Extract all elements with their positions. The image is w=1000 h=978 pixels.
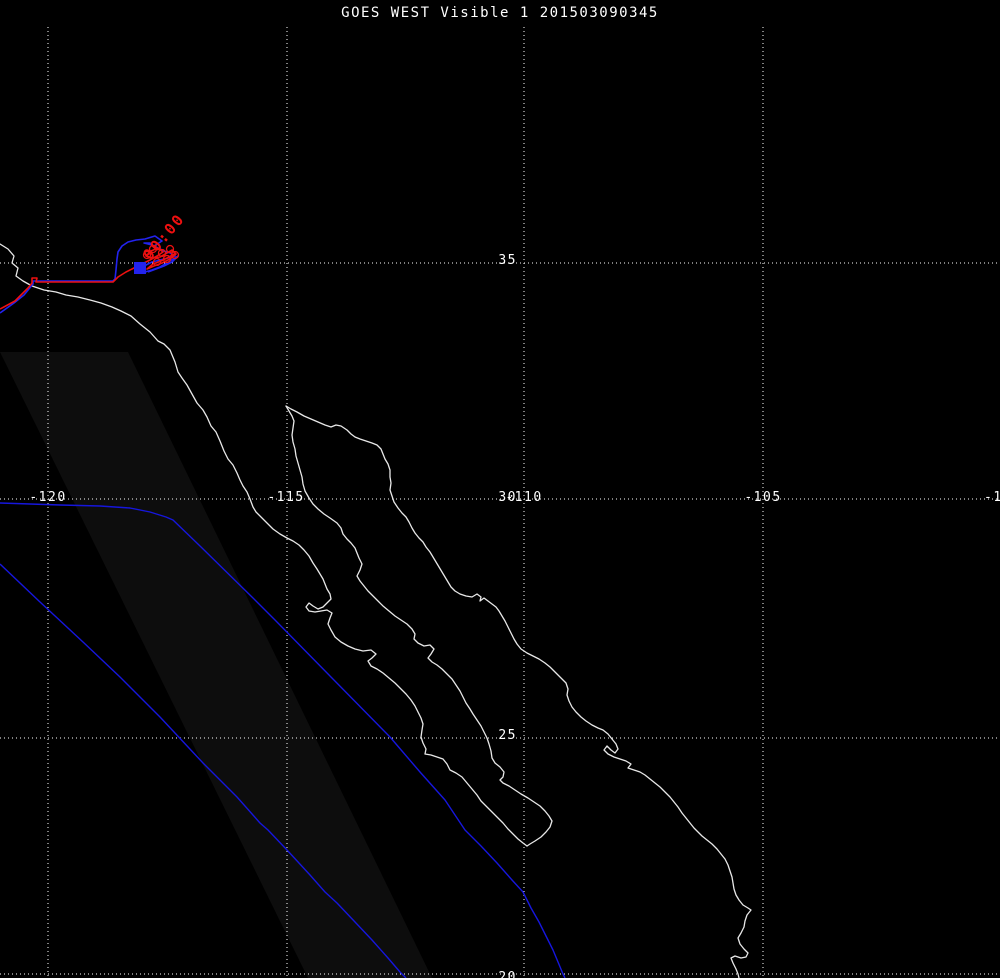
grid-coordinate-label: 35 <box>498 253 517 268</box>
storm-position-marker-blue-square <box>134 262 146 274</box>
grid-coordinate-label: -110 <box>505 490 542 505</box>
grid-coordinate-label: -105 <box>744 490 781 505</box>
grid-coordinate-label: -1 <box>984 490 1000 505</box>
goes-satellite-viewer: 00:00 35-120-11530-110-105-12520 GOES WE… <box>0 0 1000 978</box>
grid-coordinate-label: 20 <box>498 970 517 978</box>
grid-coordinate-label: -115 <box>267 490 304 505</box>
satellite-map-canvas: 00:00 35-120-11530-110-105-12520 GOES WE… <box>0 0 1000 978</box>
image-title: GOES WEST Visible 1 201503090345 <box>341 5 659 21</box>
grid-coordinate-label: -120 <box>29 490 66 505</box>
grid-coordinate-label: 25 <box>498 728 517 743</box>
